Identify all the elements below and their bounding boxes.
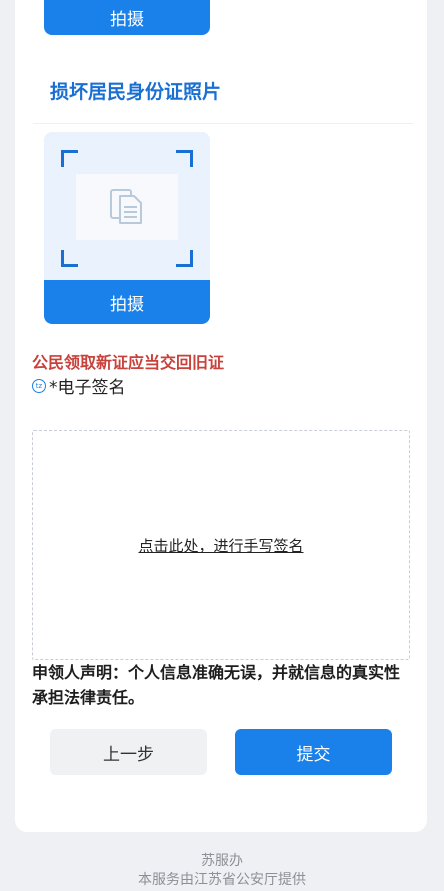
signature-label-text: *电子签名 xyxy=(49,378,126,398)
footer-provider: 本服务由江苏省公安厅提供 xyxy=(138,872,306,888)
form-card: 拍摄 损坏居民身份证照片 拍摄 公民领取新证应当交回旧证 tz *电子签名 点击… xyxy=(15,0,427,832)
signature-prompt-link[interactable]: 点击此处，进行手写签名 xyxy=(138,535,303,556)
document-icon xyxy=(110,189,142,224)
return-old-id-warning: 公民领取新证应当交回旧证 xyxy=(32,353,225,372)
section-divider xyxy=(33,123,413,124)
frame-corner-top-right xyxy=(176,150,193,167)
previous-step-button[interactable]: 上一步 xyxy=(50,729,207,775)
footer-brand: 苏服办 xyxy=(201,853,243,869)
damaged-photo-title: 损坏居民身份证照片 xyxy=(50,81,222,103)
shoot-button-top[interactable]: 拍摄 xyxy=(44,0,210,35)
photo-upload-box[interactable]: 拍摄 xyxy=(44,132,210,324)
signature-label: tz *电子签名 xyxy=(32,373,126,398)
signature-badge-icon: tz xyxy=(32,378,46,393)
frame-corner-bottom-left xyxy=(61,250,78,267)
submit-button[interactable]: 提交 xyxy=(235,729,392,775)
frame-corner-bottom-right xyxy=(176,250,193,267)
frame-corner-top-left xyxy=(61,150,78,167)
signature-pad[interactable]: 点击此处，进行手写签名 xyxy=(32,430,410,660)
applicant-declaration: 申领人声明：个人信息准确无误，并就信息的真实性承担法律责任。 xyxy=(32,663,401,707)
shoot-button[interactable]: 拍摄 xyxy=(44,280,210,324)
photo-placeholder xyxy=(76,174,178,240)
